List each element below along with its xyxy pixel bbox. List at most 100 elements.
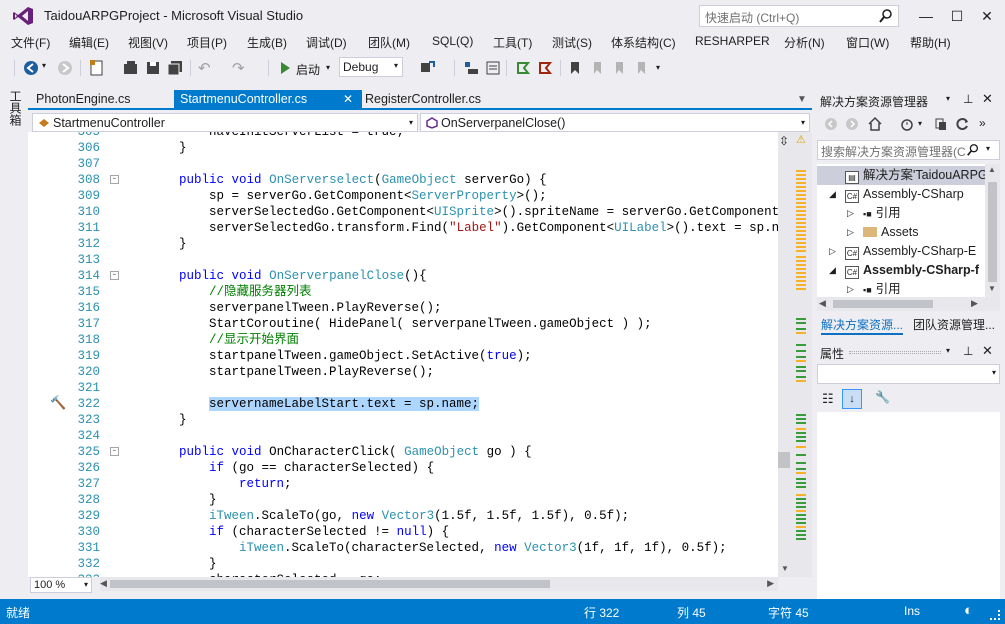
close-panel-icon[interactable]: ✕ <box>982 343 993 359</box>
solution-search-input[interactable]: 搜索解决方案资源管理器(C ▾ <box>817 140 1000 160</box>
redo-icon[interactable]: ↷ <box>232 59 245 77</box>
code-line[interactable]: 306 } <box>28 140 778 156</box>
tree-item[interactable]: ◢ C# Assembly-CSharp-f <box>829 261 979 280</box>
more-options-icon[interactable]: » <box>979 116 986 130</box>
solution-tree[interactable]: ▤解决方案'TaidouARPGPr◢C#Assembly-CSharp▷▪■引… <box>817 164 985 297</box>
start-debug-icon[interactable] <box>276 59 294 77</box>
code-line[interactable]: 331 iTween.ScaleTo(characterSelected, ne… <box>28 540 778 556</box>
zoom-level-select[interactable]: 100 % ▾ <box>30 577 92 593</box>
collapse-region-icon[interactable]: - <box>110 175 119 184</box>
code-line[interactable]: 321 <box>28 380 778 396</box>
code-line[interactable]: 327 return; <box>28 476 778 492</box>
code-line[interactable]: 317 StartCoroutine( HidePanel( serverpan… <box>28 316 778 332</box>
menu-analyze[interactable]: 分析(N) <box>784 34 825 51</box>
code-line[interactable]: 313 <box>28 252 778 268</box>
scroll-down-icon[interactable]: ▼ <box>781 564 789 573</box>
open-file-icon[interactable] <box>122 59 140 77</box>
code-line[interactable]: 332 } <box>28 556 778 572</box>
collapsed-arrow-icon[interactable]: ▷ <box>847 223 854 242</box>
chevron-down-icon[interactable]: ▾ <box>918 119 922 128</box>
code-line[interactable]: 328 } <box>28 492 778 508</box>
scroll-right-icon[interactable]: ▶ <box>767 578 774 589</box>
panel-menu-icon[interactable]: ▾ <box>946 94 950 103</box>
tab-startmenucontroller[interactable]: StartmenuController.cs <box>174 90 362 110</box>
drag-grip[interactable] <box>849 351 941 354</box>
tree-item[interactable]: ▷ C# Assembly-CSharp-E <box>829 242 976 261</box>
pending-changes-icon[interactable] <box>933 116 949 132</box>
navigate-back-icon[interactable] <box>22 59 40 77</box>
scroll-thumb[interactable] <box>833 300 933 308</box>
scroll-thumb[interactable] <box>988 182 997 282</box>
code-line[interactable]: 324 <box>28 428 778 444</box>
code-line[interactable]: 329 iTween.ScaleTo(go, new Vector3(1.5f,… <box>28 508 778 524</box>
menu-build[interactable]: 生成(B) <box>247 34 287 51</box>
menu-project[interactable]: 项目(P) <box>187 34 227 51</box>
menu-resharper[interactable]: RESHARPER <box>695 34 770 48</box>
member-dropdown[interactable]: OnServerpanelClose() ▾ <box>420 113 810 132</box>
forward-icon[interactable] <box>845 117 859 131</box>
tab-team-explorer[interactable]: 团队资源管理... <box>913 316 995 333</box>
scroll-left-icon[interactable]: ◀ <box>100 578 107 589</box>
menu-view[interactable]: 视图(V) <box>128 34 168 51</box>
split-window-icon[interactable]: ⇳ <box>779 134 789 148</box>
undo-icon[interactable]: ↶ <box>198 59 211 77</box>
save-icon[interactable] <box>144 59 162 77</box>
collapsed-arrow-icon[interactable]: ▷ <box>847 280 854 297</box>
code-editor[interactable]: 305 haveInitServerList = true; 306 } 307 30… <box>28 132 778 577</box>
save-all-icon[interactable] <box>166 59 184 77</box>
resize-grip-icon[interactable] <box>990 610 1000 620</box>
type-dropdown[interactable]: StartmenuController ▾ <box>32 113 418 132</box>
tree-item[interactable]: ▷ ▪■ 引用 <box>847 204 901 223</box>
navigate-forward-icon[interactable] <box>56 59 74 77</box>
start-debug-button[interactable]: 启动 <box>296 61 320 78</box>
tab-overflow-icon[interactable]: ▼ <box>797 94 807 105</box>
scroll-left-icon[interactable]: ◀ <box>819 298 826 309</box>
menu-file[interactable]: 文件(F) <box>11 34 50 51</box>
quick-action-hammer-icon[interactable]: 🔨 <box>50 395 66 411</box>
back-dropdown-icon[interactable]: ▾ <box>42 61 46 70</box>
editor-vertical-scrollbar[interactable]: ⇳ ⚠ ▼ <box>778 132 812 577</box>
code-line[interactable]: 320 startpanelTween.PlayReverse(); <box>28 364 778 380</box>
tree-item[interactable]: ▷ Assets <box>847 223 919 242</box>
collapsed-arrow-icon[interactable]: ▷ <box>829 242 836 261</box>
tab-photonengine[interactable]: PhotonEngine.cs <box>30 90 137 110</box>
refresh-icon[interactable] <box>955 116 971 132</box>
menu-debug[interactable]: 调试(D) <box>306 34 347 51</box>
code-line[interactable]: 316 serverpanelTween.PlayReverse(); <box>28 300 778 316</box>
menu-help[interactable]: 帮助(H) <box>910 34 951 51</box>
code-line[interactable]: 311 serverSelectedGo.transform.Find("Lab… <box>28 220 778 236</box>
maximize-button[interactable]: ☐ <box>942 4 972 28</box>
code-line[interactable]: 307 <box>28 156 778 172</box>
scroll-down-icon[interactable]: ▼ <box>988 284 996 293</box>
collapse-region-icon[interactable]: - <box>110 271 119 280</box>
code-line[interactable]: 312 } <box>28 236 778 252</box>
collapse-region-icon[interactable]: - <box>110 447 119 456</box>
tab-registercontroller[interactable]: RegisterController.cs <box>359 90 487 110</box>
scroll-thumb[interactable] <box>778 452 790 468</box>
menu-test[interactable]: 测试(S) <box>552 34 592 51</box>
code-line[interactable]: 330 if (characterSelected != null) { <box>28 524 778 540</box>
close-tab-icon[interactable]: ✕ <box>343 92 353 106</box>
collapsed-arrow-icon[interactable]: ▷ <box>847 204 854 223</box>
categorized-icon[interactable]: ☷ <box>822 391 834 407</box>
tab-solution-explorer[interactable]: 解决方案资源... <box>821 316 904 335</box>
menu-architecture[interactable]: 体系结构(C) <box>611 34 676 51</box>
tree-item[interactable]: ▤ 解决方案'TaidouARPGPr <box>845 166 985 185</box>
code-line[interactable]: 309 sp = serverGo.GetComponent<ServerPro… <box>28 188 778 204</box>
code-line[interactable]: 322 servernameLabelStart.text = sp.name; <box>28 396 778 412</box>
code-line[interactable]: 319 startpanelTween.gameObject.SetActive… <box>28 348 778 364</box>
code-line[interactable]: 305 haveInitServerList = true; <box>28 132 778 140</box>
back-icon[interactable] <box>824 117 838 131</box>
code-line[interactable]: 323 } <box>28 412 778 428</box>
pin-icon[interactable]: ⊥ <box>963 92 973 106</box>
code-line[interactable]: 325 - public void OnCharacterClick( GameO… <box>28 444 778 460</box>
menu-window[interactable]: 窗口(W) <box>846 34 889 51</box>
toolbox-tab[interactable]: 工具箱 <box>8 90 22 126</box>
expanded-arrow-icon[interactable]: ◢ <box>829 185 836 204</box>
minimize-button[interactable]: — <box>911 4 941 28</box>
code-line[interactable]: 314 - public void OnServerpanelClose(){ <box>28 268 778 284</box>
quick-launch-input[interactable]: 快速启动 (Ctrl+Q) <box>699 5 899 27</box>
scroll-right-icon[interactable]: ▶ <box>971 298 978 309</box>
code-line[interactable]: 310 serverSelectedGo.GetComponent<UISpri… <box>28 204 778 220</box>
pin-icon[interactable]: ⊥ <box>963 344 973 358</box>
